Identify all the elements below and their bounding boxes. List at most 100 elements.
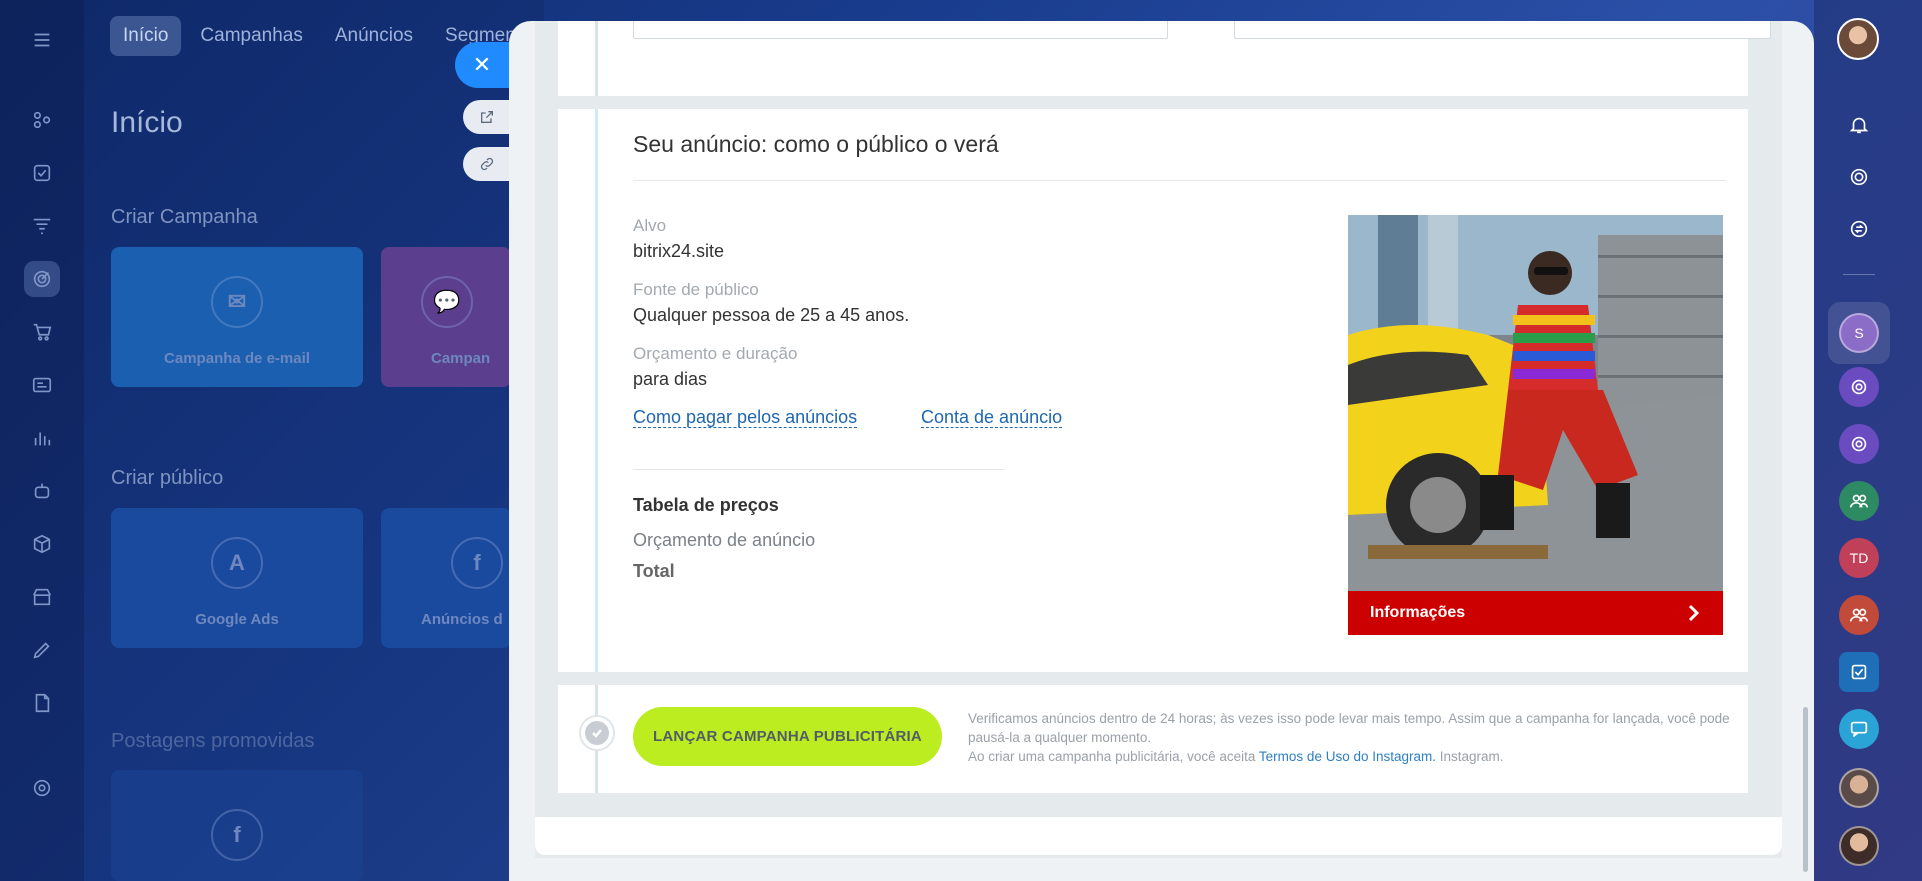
launch-note-prefix: Ao criar uma campanha publicitária, você… (968, 749, 1256, 764)
slider-footer (535, 817, 1782, 855)
user-avatar[interactable] (1837, 18, 1879, 60)
facebook-ads-label: Anúncios d (421, 611, 503, 628)
avatar-td[interactable]: TD (1839, 538, 1879, 578)
timeline-line (595, 109, 598, 672)
link-icon (480, 157, 494, 171)
audience-value: Qualquer pessoa de 25 a 45 anos. (633, 305, 910, 325)
total-label: Total (633, 561, 675, 581)
target-chat-icon (1851, 436, 1867, 452)
launch-note-line1: Verificamos anúncios dentro de 24 horas;… (968, 711, 1730, 745)
ad-cta-label: Informações (1370, 604, 1466, 621)
step-check (579, 715, 615, 751)
launch-card: LANÇAR CAMPANHA PUBLICITÁRIA Verificamos… (558, 685, 1748, 793)
open-new-window-button[interactable] (463, 100, 511, 134)
launch-note-suffix: Instagram. (1439, 749, 1504, 764)
timeline-line (595, 21, 598, 96)
chat-target-2[interactable] (1839, 424, 1879, 464)
notifications-icon[interactable] (1839, 105, 1879, 145)
sms-campaign-card[interactable]: 💬 Campan (381, 247, 511, 387)
funnel-icon[interactable] (24, 208, 60, 244)
google-ads-card[interactable]: A Google Ads (111, 508, 363, 648)
tab-campanhas[interactable]: Campanhas (187, 16, 315, 56)
group-chat-red[interactable] (1839, 595, 1879, 635)
marketing-icon[interactable] (24, 261, 60, 297)
how-to-pay-link[interactable]: Como pagar pelos anúncios (633, 407, 858, 428)
document-icon[interactable] (24, 685, 60, 721)
users-icon (1849, 608, 1869, 622)
launch-campaign-button[interactable]: LANÇAR CAMPANHA PUBLICITÁRIA (633, 707, 942, 766)
chevron-right-icon (1688, 604, 1700, 622)
google-ads-icon: A (211, 537, 263, 589)
box-icon[interactable] (24, 526, 60, 562)
preview-section-title: Seu anúncio: como o público o verá (633, 131, 999, 157)
cart-icon[interactable] (24, 314, 60, 350)
previous-form-card (558, 21, 1771, 96)
page-title: Início (111, 106, 183, 139)
robot-icon[interactable] (24, 473, 60, 509)
form-input-left[interactable] (633, 21, 1168, 39)
launch-note: Verificamos anúncios dentro de 24 horas;… (968, 709, 1738, 766)
external-link-icon (481, 111, 493, 123)
ad-preview-image (1348, 215, 1723, 591)
contact-card-icon[interactable] (24, 367, 60, 403)
scrollbar[interactable] (1803, 707, 1808, 872)
users-icon (1849, 494, 1869, 508)
contact-avatar-2[interactable] (1839, 826, 1879, 866)
crm-icon[interactable] (24, 102, 60, 138)
facebook-icon: f (451, 537, 503, 589)
facebook-ads-card[interactable]: f Anúncios d (381, 508, 511, 648)
email-campaign-card[interactable]: ✉ Campanha de e-mail (111, 247, 363, 387)
store-icon[interactable] (24, 579, 60, 615)
section-create-campaign: Criar Campanha (111, 206, 258, 228)
message-icon (1850, 721, 1868, 737)
instagram-terms-link[interactable]: Termos de Uso do Instagram. (1259, 749, 1436, 764)
target-icon[interactable] (1839, 157, 1879, 197)
settings-icon[interactable] (24, 770, 60, 806)
ad-photo (1348, 215, 1723, 591)
price-divider (633, 469, 1004, 470)
chat-icon: 💬 (421, 276, 473, 328)
target-value: bitrix24.site (633, 241, 725, 261)
price-table-title: Tabela de preços (633, 495, 779, 515)
chat-target-1[interactable] (1839, 367, 1879, 407)
menu-icon[interactable] (24, 22, 60, 58)
avatar-s: S (1839, 313, 1879, 353)
copy-link-button[interactable] (463, 147, 511, 181)
email-campaign-label: Campanha de e-mail (164, 350, 310, 367)
close-icon: ✕ (472, 52, 492, 77)
analytics-icon[interactable] (24, 420, 60, 456)
budget-value: para dias (633, 369, 708, 389)
title-divider (633, 180, 1726, 181)
audience-label: Fonte de público (633, 280, 759, 299)
budget-label: Orçamento e duração (633, 344, 798, 363)
facebook-post-icon: f (211, 809, 263, 861)
contact-avatar-1[interactable] (1839, 768, 1879, 808)
left-rail (0, 0, 84, 881)
email-icon: ✉ (211, 276, 263, 328)
task-check-icon (1851, 664, 1867, 680)
ad-account-link[interactable]: Conta de anúncio (921, 407, 1063, 428)
form-input-right[interactable] (1234, 21, 1771, 39)
tab-inicio[interactable]: Início (110, 16, 182, 56)
tasks-icon[interactable] (24, 155, 60, 191)
ad-preview-card: Seu anúncio: como o público o verá Alvo … (558, 109, 1748, 672)
rail-divider (1843, 274, 1875, 275)
target-chat-icon (1851, 379, 1867, 395)
pen-icon[interactable] (24, 632, 60, 668)
close-slider-button[interactable]: ✕ (455, 42, 509, 88)
general-chat[interactable] (1839, 709, 1879, 749)
ad-cta-button[interactable]: Informações (1348, 591, 1723, 635)
group-chat-green[interactable] (1839, 481, 1879, 521)
sync-icon[interactable] (1839, 209, 1879, 249)
check-icon (592, 729, 602, 738)
group-s[interactable]: S (1828, 302, 1890, 364)
section-promoted-posts: Postagens promovidas (111, 730, 315, 752)
section-create-audience: Criar público (111, 467, 224, 489)
target-label: Alvo (633, 216, 667, 235)
google-ads-label: Google Ads (195, 611, 279, 628)
tab-anuncios[interactable]: Anúncios (322, 16, 426, 56)
promoted-post-card[interactable]: f (111, 770, 363, 881)
tasks-chat[interactable] (1839, 652, 1879, 692)
sms-campaign-label: Campan (431, 350, 491, 367)
ad-campaign-slider: Seu anúncio: como o público o verá Alvo … (509, 21, 1814, 881)
